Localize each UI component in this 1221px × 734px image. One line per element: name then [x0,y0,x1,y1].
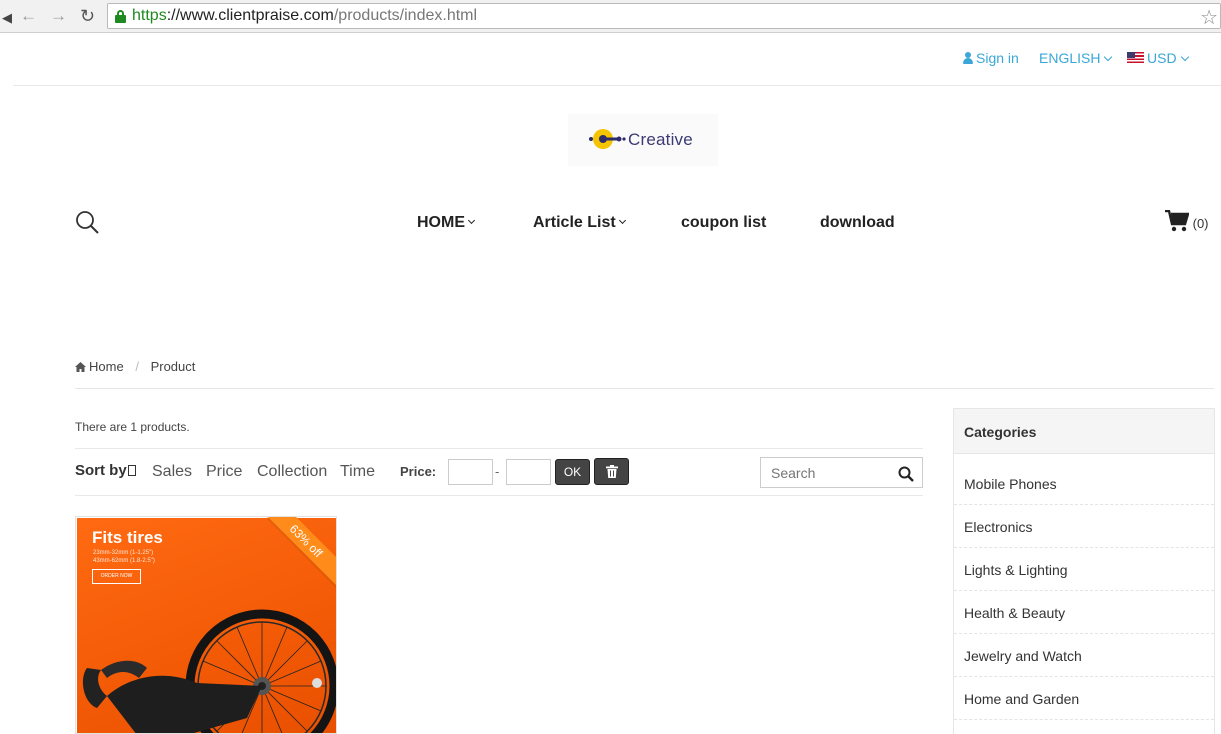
sign-in-link[interactable]: Sign in [963,50,1019,66]
site-logo[interactable]: Creative [568,114,718,166]
breadcrumb-separator: / [135,359,139,374]
us-flag-icon [1127,52,1144,63]
bicycle-image [82,609,336,733]
sort-sales[interactable]: Sales [152,463,192,481]
category-list: Mobile Phones Electronics Lights & Light… [954,462,1214,720]
breadcrumb-home[interactable]: Home [75,359,127,374]
sort-label: Sort by [75,462,136,479]
category-item[interactable]: Home and Garden [954,677,1214,720]
search-icon[interactable] [75,210,99,234]
product-image[interactable]: Fits tires 23mm-32mm (1-1.25") 43mm-62mm… [77,518,336,733]
price-ok-button[interactable]: OK [555,459,590,485]
address-bar[interactable]: https://www.clientpraise.com/products/in… [107,3,1221,29]
bookmark-star-icon[interactable]: ☆ [1200,5,1218,30]
currency-dropdown[interactable]: USD [1127,50,1189,66]
price-range-dash: - [495,464,500,479]
sort-time[interactable]: Time [340,463,375,481]
category-item[interactable]: Lights & Lighting [954,548,1214,591]
price-max-input[interactable] [506,459,551,485]
price-filter-label: Price: [400,464,437,479]
clear-filter-button[interactable] [594,458,629,485]
nav-home[interactable]: HOME [417,214,476,232]
chevron-down-icon [467,216,476,225]
sort-filter-bar: Sort by Sales Price Collection Time Pric… [75,448,923,496]
browser-toolbar: ◀ ← → ↻ https://www.clientpraise.com/pro… [0,0,1221,33]
product-count: There are 1 products. [75,420,190,434]
category-item[interactable]: Mobile Phones [954,462,1214,505]
search-icon[interactable] [898,466,914,482]
breadcrumb-current: Product [150,359,196,374]
cart-button[interactable]: (0) [1165,209,1209,232]
cart-icon [1165,209,1190,232]
forward-arrow-icon[interactable]: → [50,6,67,26]
nav-download[interactable]: download [820,214,895,232]
reload-icon[interactable]: ↻ [80,6,95,26]
back-arrow-icon[interactable]: ← [20,6,37,26]
product-search-input[interactable] [761,458,889,487]
user-icon [963,52,973,64]
chevron-down-icon [618,216,626,225]
divider [75,388,1214,389]
sort-price[interactable]: Price [206,463,242,481]
trash-icon [606,465,618,478]
category-item[interactable]: Electronics [954,505,1214,548]
chevron-down-icon [1104,52,1113,62]
chevron-down-icon [1180,52,1189,62]
url-text[interactable]: https://www.clientpraise.com/products/in… [132,7,477,25]
category-item[interactable]: Jewelry and Watch [954,634,1214,677]
categories-title: Categories [954,409,1214,454]
nav-article-list[interactable]: Article List [533,214,626,232]
breadcrumb: Home / Product [75,359,195,374]
sort-icon [127,465,136,476]
category-item[interactable]: Health & Beauty [954,591,1214,634]
categories-sidebar: Categories Mobile Phones Electronics Lig… [953,408,1215,734]
product-card[interactable]: Fits tires 23mm-32mm (1-1.25") 43mm-62mm… [75,516,337,734]
nav-coupon-list[interactable]: coupon list [681,214,766,232]
home-icon [75,362,86,372]
cart-count: (0) [1192,216,1209,231]
history-back-edge-icon[interactable]: ◀ [2,8,12,28]
logo-text: Creative [628,130,693,149]
language-dropdown[interactable]: ENGLISH [1039,50,1113,66]
logo-mark-icon [589,129,626,149]
utility-bar: Sign in ENGLISH USD [13,33,1221,86]
price-min-input[interactable] [448,459,493,485]
product-search [760,457,923,488]
lock-icon [115,10,126,23]
sort-collection[interactable]: Collection [257,463,327,481]
